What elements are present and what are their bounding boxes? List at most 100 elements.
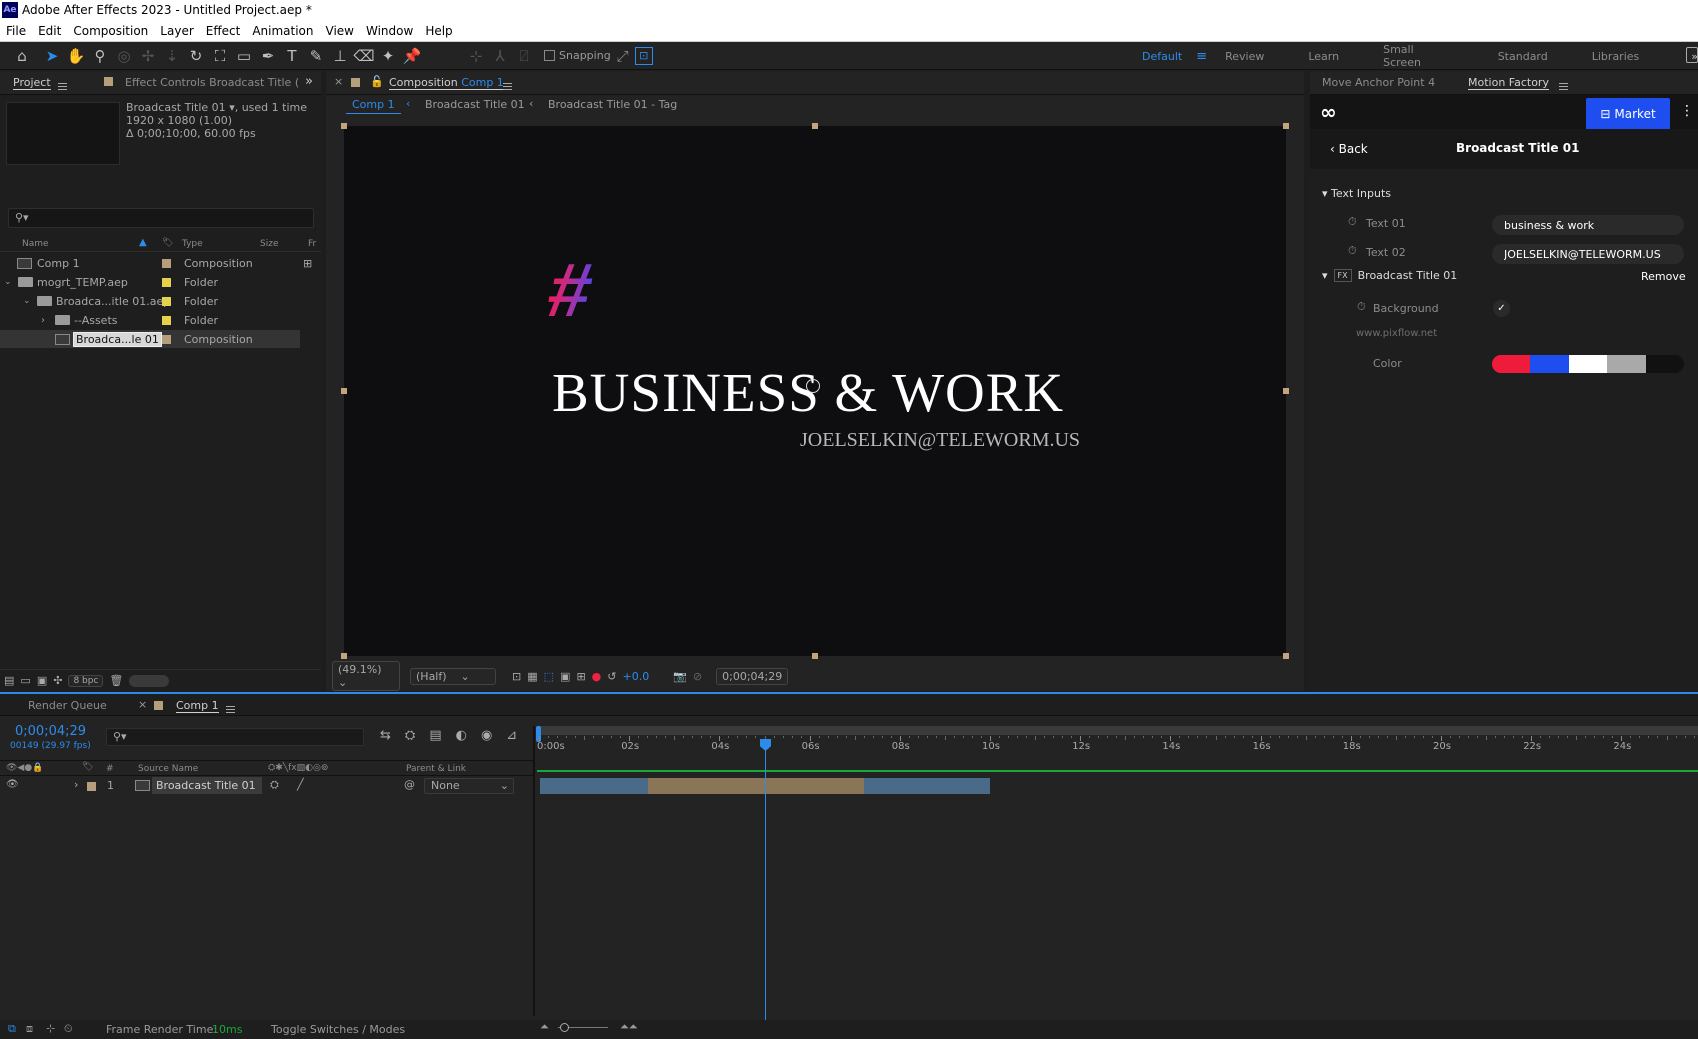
menu-view[interactable]: View: [320, 24, 360, 38]
reset-exposure-icon[interactable]: ↺: [607, 670, 616, 683]
world-axis-icon[interactable]: ⅄: [488, 44, 512, 68]
orbit-camera-icon[interactable]: ◎: [112, 44, 136, 68]
column-parent-link[interactable]: Parent & Link: [406, 764, 466, 774]
transform-handle[interactable]: [1283, 653, 1289, 659]
transform-handle[interactable]: [341, 653, 347, 659]
menu-file[interactable]: File: [0, 24, 32, 38]
transfer-controls-icon[interactable]: ⧈: [26, 1022, 33, 1036]
selection-tool-icon[interactable]: ➤: [40, 44, 64, 68]
market-button[interactable]: ⊟ Market: [1586, 98, 1670, 130]
snapshot-camera-icon[interactable]: 📷: [673, 670, 687, 683]
fast-preview-icon[interactable]: ⊡: [512, 670, 521, 683]
eraser-tool-icon[interactable]: ⌫: [352, 44, 376, 68]
workspace-learn[interactable]: Learn: [1308, 50, 1339, 63]
workspace-review[interactable]: Review: [1225, 50, 1264, 63]
snapping-checkbox[interactable]: [544, 50, 555, 61]
hand-tool-icon[interactable]: ✋: [64, 44, 88, 68]
transform-handle[interactable]: [1283, 388, 1289, 394]
workspace-small-screen[interactable]: Small Screen: [1383, 43, 1454, 69]
zoom-out-icon[interactable]: ⏶: [540, 1020, 549, 1034]
tab-project[interactable]: Project: [13, 76, 51, 90]
layer-expand-icon[interactable]: ›: [74, 778, 78, 791]
mask-visibility-icon[interactable]: ⬚: [544, 670, 554, 683]
timeline-menu-icon[interactable]: [226, 706, 235, 713]
show-snapshot-icon[interactable]: ⊘: [693, 670, 702, 683]
stopwatch-icon[interactable]: ⏱: [1348, 244, 1357, 258]
search-help-icon[interactable]: [1686, 47, 1698, 63]
workspace-default[interactable]: Default: [1142, 50, 1182, 63]
current-time-display[interactable]: 0;00;04;29: [716, 667, 789, 685]
comp-mini-flowchart-icon[interactable]: ⇆: [380, 728, 391, 743]
transform-handle[interactable]: [812, 123, 818, 129]
menu-composition[interactable]: Composition: [67, 24, 154, 38]
pickwhip-icon[interactable]: @: [404, 778, 415, 791]
exposure-value[interactable]: +0.0: [622, 670, 649, 683]
render-time-icon[interactable]: ⏲: [64, 1022, 73, 1036]
sort-ascending-icon[interactable]: ▲: [139, 237, 147, 248]
frame-blending-icon[interactable]: ◐: [456, 728, 467, 743]
timeline-search-input[interactable]: ⚲▾: [106, 728, 364, 746]
quality-switch-icon[interactable]: ╱: [297, 778, 304, 791]
timeline-zoom-knob[interactable]: [560, 1023, 569, 1032]
expand-chevron-icon[interactable]: ⌄: [23, 296, 31, 306]
zoom-in-icon[interactable]: ⏶⏶: [620, 1020, 638, 1034]
bit-depth-button[interactable]: 8 bpc: [68, 674, 104, 687]
motion-blur-icon[interactable]: ◉: [481, 728, 492, 743]
new-composition-icon[interactable]: ▣: [37, 674, 47, 687]
comp-panel-menu-icon[interactable]: [503, 83, 512, 90]
project-item-row[interactable]: ⌄ mogrt_TEMP.aep Folder: [0, 273, 300, 291]
tab-timeline-comp1[interactable]: Comp 1: [176, 699, 219, 713]
project-search-input[interactable]: ⚲▾: [8, 208, 314, 228]
transform-handle[interactable]: [1283, 123, 1289, 129]
expand-chevron-icon[interactable]: ⌄: [4, 277, 12, 287]
layer-row[interactable]: 👁 › 1 Broadcast Title 01 ⛭ ╱ @ None ⌄: [0, 777, 534, 795]
color-swatch[interactable]: [1530, 355, 1569, 373]
roto-brush-icon[interactable]: ✦: [376, 44, 400, 68]
more-options-icon[interactable]: ⋮: [1680, 103, 1694, 119]
channel-rgb-icon[interactable]: ●: [592, 670, 602, 683]
local-axis-icon[interactable]: ⊹: [464, 44, 488, 68]
snap-edges-icon[interactable]: ⤢: [611, 44, 635, 68]
tab-render-queue[interactable]: Render Queue: [28, 699, 107, 712]
close-tab-icon[interactable]: ×: [334, 75, 343, 88]
snap-features-icon[interactable]: ⊡: [634, 46, 653, 65]
time-ruler[interactable]: 0:00s 02s 04s 06s 08s 10s 12s 14s 16s 18s 20s 22s 24…: [537, 736, 1698, 758]
collapse-chevron-icon[interactable]: ›: [41, 315, 45, 326]
puppet-pin-icon[interactable]: 📌: [400, 44, 424, 68]
project-panel-menu-icon[interactable]: [58, 83, 67, 90]
workspace-menu-icon[interactable]: ≡: [1196, 49, 1207, 64]
color-palette[interactable]: [1492, 355, 1684, 373]
remove-button[interactable]: Remove: [1641, 270, 1686, 283]
timeline-current-time[interactable]: 0;00;04;29: [15, 724, 86, 739]
tab-move-anchor-point[interactable]: Move Anchor Point 4: [1322, 76, 1435, 89]
layer-name[interactable]: Broadcast Title 01: [152, 777, 262, 794]
type-tool-icon[interactable]: T: [280, 44, 304, 68]
layer-label-swatch[interactable]: [87, 782, 96, 791]
anchor-point-icon[interactable]: [806, 379, 820, 393]
mf-panel-menu-icon[interactable]: [1559, 83, 1568, 90]
stopwatch-icon[interactable]: ⏱: [1357, 300, 1366, 314]
transparency-grid-icon[interactable]: ▦: [527, 670, 537, 683]
column-frame-rate[interactable]: Fr: [308, 239, 316, 249]
text02-input[interactable]: [1492, 244, 1684, 264]
home-icon[interactable]: ⌂: [10, 44, 34, 68]
rotate-tool-icon[interactable]: ↻: [184, 44, 208, 68]
interpret-footage-icon[interactable]: ▤: [4, 674, 14, 687]
color-swatch[interactable]: [1645, 355, 1684, 373]
project-item-row[interactable]: ⌄ Broadca...itle 01.aep Folder: [0, 292, 300, 310]
toggle-switches-modes-button[interactable]: Toggle Switches / Modes: [271, 1023, 405, 1036]
snapping-toggle[interactable]: Snapping: [544, 49, 611, 62]
draft-3d-icon[interactable]: ⛭: [405, 728, 415, 743]
project-item-row-selected[interactable]: Broadca...le 01 Composition: [0, 330, 300, 348]
region-of-interest-icon[interactable]: ▣: [560, 670, 570, 683]
color-swatch[interactable]: [1568, 355, 1608, 373]
text01-input[interactable]: [1492, 215, 1684, 235]
transform-handle[interactable]: [812, 653, 818, 659]
tab-effect-controls[interactable]: Effect Controls Broadcast Title (: [125, 76, 299, 89]
breadcrumb-broadcast-title[interactable]: Broadcast Title 01: [425, 98, 525, 111]
view-axis-icon[interactable]: ⍁: [512, 44, 536, 68]
transform-handle[interactable]: [341, 123, 347, 129]
project-item-row[interactable]: Comp 1 Composition ⊞: [0, 254, 312, 272]
clone-stamp-icon[interactable]: ⊥: [328, 44, 352, 68]
resolution-dropdown[interactable]: (Half) ⌄: [410, 667, 496, 685]
